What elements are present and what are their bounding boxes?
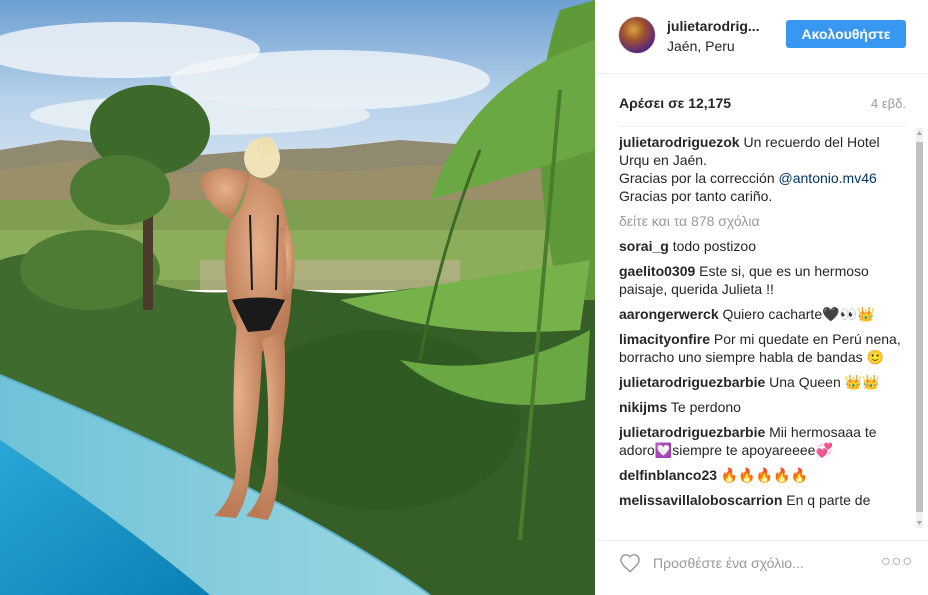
post-sidebar: julietarodrig... Jaén, Peru Ακολουθήστε … bbox=[595, 0, 928, 595]
comment-item: limacityonfire Por mi quedate en Perú ne… bbox=[619, 330, 906, 366]
caption-text-2: Gracias por la corrección bbox=[619, 170, 775, 186]
comment-item: aarongerwerck Quiero cacharte🖤👀👑 bbox=[619, 305, 906, 323]
caption-text-3: Gracias por tanto cariño. bbox=[619, 188, 773, 204]
comment-text: todo postizoo bbox=[672, 238, 756, 254]
more-options-button[interactable]: ○○○ bbox=[881, 554, 912, 570]
comment-username[interactable]: limacityonfire bbox=[619, 331, 710, 347]
comments-list: julietarodriguezok Un recuerdo del Hotel… bbox=[619, 133, 906, 526]
post-image bbox=[0, 0, 595, 595]
comments-scrollbar[interactable] bbox=[916, 128, 923, 528]
caption-mention[interactable]: @antonio.mv46 bbox=[779, 170, 877, 186]
comment-item: gaelito0309 Este si, que es un hermoso p… bbox=[619, 262, 906, 298]
divider bbox=[595, 540, 928, 541]
post-time[interactable]: 4 εβδ. bbox=[871, 96, 906, 111]
comment-username[interactable]: gaelito0309 bbox=[619, 263, 695, 279]
comment-text: Quiero cacharte🖤👀👑 bbox=[722, 306, 875, 322]
comment-text: 🔥🔥🔥🔥🔥 bbox=[720, 467, 809, 483]
comment-username[interactable]: delfinblanco23 bbox=[619, 467, 717, 483]
post-photo[interactable] bbox=[0, 0, 595, 595]
heart-outline-icon[interactable] bbox=[619, 553, 641, 573]
comment-item: nikijms Te perdono bbox=[619, 398, 906, 416]
comment-username[interactable]: nikijms bbox=[619, 399, 667, 415]
likes-row: Αρέσει σε 12,175 4 εβδ. bbox=[619, 95, 906, 113]
scroll-up-arrow-icon[interactable] bbox=[916, 128, 923, 138]
comment-text: En q parte de bbox=[786, 492, 871, 508]
comment-username[interactable]: julietarodriguezbarbie bbox=[619, 374, 765, 390]
comment-item: julietarodriguezbarbie Una Queen 👑👑 bbox=[619, 373, 906, 391]
likes-count[interactable]: Αρέσει σε 12,175 bbox=[619, 95, 731, 111]
user-block: julietarodrig... Jaén, Peru bbox=[667, 18, 767, 54]
comment-item: julietarodriguezbarbie Mii hermosaaa te … bbox=[619, 423, 906, 459]
divider bbox=[619, 126, 906, 127]
location-link[interactable]: Jaén, Peru bbox=[667, 38, 767, 54]
comment-item: melissavillaloboscarrion En q parte de bbox=[619, 491, 906, 509]
username-link[interactable]: julietarodrig... bbox=[667, 18, 767, 34]
caption: julietarodriguezok Un recuerdo del Hotel… bbox=[619, 133, 906, 205]
view-all-comments-link[interactable]: δείτε και τα 878 σχόλια bbox=[619, 212, 906, 230]
caption-username[interactable]: julietarodriguezok bbox=[619, 134, 740, 150]
scrollbar-thumb[interactable] bbox=[916, 142, 923, 512]
avatar[interactable] bbox=[618, 16, 656, 54]
post-header: julietarodrig... Jaén, Peru Ακολουθήστε bbox=[595, 0, 928, 74]
comment-username[interactable]: sorai_g bbox=[619, 238, 669, 254]
comment-username[interactable]: melissavillaloboscarrion bbox=[619, 492, 782, 508]
follow-button[interactable]: Ακολουθήστε bbox=[786, 20, 906, 48]
scroll-down-arrow-icon[interactable] bbox=[916, 518, 923, 528]
comment-item: sorai_g todo postizoo bbox=[619, 237, 906, 255]
comment-text: Te perdono bbox=[670, 399, 741, 415]
comment-input[interactable] bbox=[653, 553, 863, 573]
comment-item: delfinblanco23 🔥🔥🔥🔥🔥 bbox=[619, 466, 906, 484]
comment-text: Una Queen 👑👑 bbox=[769, 374, 880, 390]
comment-username[interactable]: aarongerwerck bbox=[619, 306, 719, 322]
comment-username[interactable]: julietarodriguezbarbie bbox=[619, 424, 765, 440]
